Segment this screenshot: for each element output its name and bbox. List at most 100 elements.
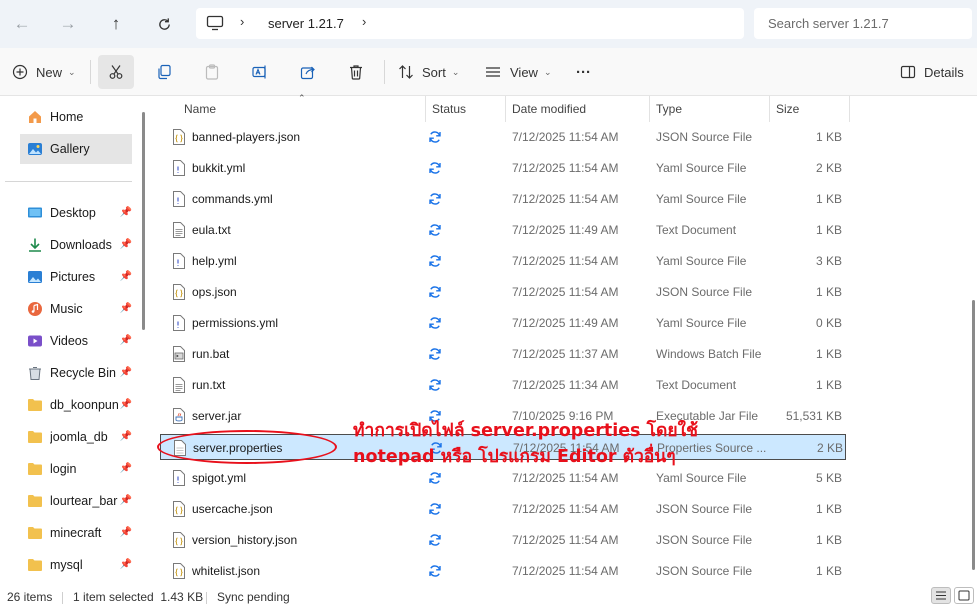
column-header-type[interactable]: Type	[656, 102, 682, 116]
file-type: Yaml Source File	[656, 161, 747, 175]
sidebar-item-minecraft[interactable]: minecraft 📌	[20, 518, 132, 548]
sidebar-item-login[interactable]: login 📌	[20, 454, 132, 484]
sidebar-label: Recycle Bin	[50, 366, 116, 380]
column-header-size[interactable]: Size	[776, 102, 799, 116]
tiles-view-button[interactable]	[954, 587, 974, 604]
this-pc-icon[interactable]	[206, 14, 224, 32]
copy-icon[interactable]	[156, 58, 172, 86]
file-row[interactable]: usercache.json 7/12/2025 11:54 AM JSON Sou…	[160, 496, 846, 522]
home-icon	[26, 108, 44, 126]
column-header-date[interactable]: Date modified	[512, 102, 586, 116]
sidebar-item-home[interactable]: Home	[20, 102, 132, 132]
sidebar-label: Pictures	[50, 270, 96, 284]
delete-icon[interactable]	[348, 58, 364, 86]
file-row[interactable]: banned-players.json 7/12/2025 11:54 AM JSO…	[160, 124, 846, 150]
chevron-right-icon[interactable]: ›	[240, 14, 244, 29]
forward-arrow-icon[interactable]: →	[54, 10, 82, 38]
file-row[interactable]: bukkit.yml 7/12/2025 11:54 AM Yaml Source …	[160, 155, 846, 181]
chevron-right-icon[interactable]: ›	[362, 14, 366, 29]
address-box[interactable]: › server 1.21.7 ›	[196, 8, 744, 39]
pin-icon[interactable]: 📌	[120, 271, 132, 282]
file-size: 1 KB	[815, 285, 842, 299]
breadcrumb-current[interactable]: server 1.21.7	[268, 16, 344, 31]
column-divider[interactable]	[849, 96, 850, 122]
refresh-icon[interactable]	[150, 10, 178, 38]
file-type: JSON Source File	[656, 285, 753, 299]
pin-icon[interactable]: 📌	[120, 239, 132, 250]
file-row[interactable]: whitelist.json 7/12/2025 11:54 AM JSON Sou…	[160, 558, 846, 584]
more-options-button[interactable]: ···	[576, 58, 591, 86]
pin-icon[interactable]: 📌	[120, 367, 132, 378]
column-divider[interactable]	[769, 96, 770, 122]
file-row[interactable]: run.bat 7/12/2025 11:37 AM Windows Batch F…	[160, 341, 846, 367]
file-name: ops.json	[192, 285, 237, 299]
paste-icon[interactable]	[204, 58, 220, 86]
column-divider[interactable]	[505, 96, 506, 122]
details-view-button[interactable]	[931, 587, 951, 604]
jar-file-icon	[172, 408, 186, 424]
sidebar-item-downloads[interactable]: Downloads 📌	[20, 230, 132, 260]
pin-icon[interactable]: 📌	[120, 303, 132, 314]
cut-icon[interactable]	[108, 58, 124, 86]
sidebar-item-gallery[interactable]: Gallery	[20, 134, 132, 164]
pin-icon[interactable]: 📌	[120, 399, 132, 410]
sidebar-scrollbar[interactable]	[142, 112, 145, 330]
sync-status: Sync pending	[217, 590, 290, 604]
search-input[interactable]: Search server 1.21.7	[754, 8, 972, 39]
sidebar-item-lourtear-barb[interactable]: lourtear_barb 📌	[20, 486, 132, 516]
file-row[interactable]: help.yml 7/12/2025 11:54 AM Yaml Source Fi…	[160, 248, 846, 274]
file-date-modified: 7/12/2025 11:37 AM	[512, 347, 619, 361]
sidebar-item-db-koonpun[interactable]: db_koonpun 📌	[20, 390, 132, 420]
file-list-scrollbar[interactable]	[972, 300, 975, 570]
pin-icon[interactable]: 📌	[120, 527, 132, 538]
sync-icon	[428, 347, 442, 361]
pin-icon[interactable]: 📌	[120, 495, 132, 506]
sidebar-item-videos[interactable]: Videos 📌	[20, 326, 132, 356]
view-label: View	[510, 64, 538, 80]
sidebar-item-desktop[interactable]: Desktop 📌	[20, 198, 132, 228]
file-size: 1 KB	[815, 130, 842, 144]
column-divider[interactable]	[649, 96, 650, 122]
sidebar-item-music[interactable]: Music 📌	[20, 294, 132, 324]
pin-icon[interactable]: 📌	[120, 559, 132, 570]
plus-circle-icon	[12, 64, 28, 80]
sidebar-item-pictures[interactable]: Pictures 📌	[20, 262, 132, 292]
file-row[interactable]: version_history.json 7/12/2025 11:54 AM JS…	[160, 527, 846, 553]
yaml-file-icon	[172, 160, 186, 176]
column-header-name[interactable]: Name	[184, 102, 216, 116]
json-file-icon	[172, 532, 186, 548]
sidebar-item-recycle-bin[interactable]: Recycle Bin 📌	[20, 358, 132, 388]
sync-icon	[428, 471, 442, 485]
back-arrow-icon[interactable]: ←	[8, 10, 36, 38]
folder-icon	[26, 524, 44, 542]
folder-icon	[26, 396, 44, 414]
file-row[interactable]: ops.json 7/12/2025 11:54 AM JSON Source Fi…	[160, 279, 846, 305]
file-size: 0 KB	[815, 316, 842, 330]
column-divider[interactable]	[425, 96, 426, 122]
file-row[interactable]: permissions.yml 7/12/2025 11:49 AM Yaml So…	[160, 310, 846, 336]
file-row[interactable]: eula.txt 7/12/2025 11:49 AM Text Document 1…	[160, 217, 846, 243]
status-bar: 26 items 1 item selected 1.43 KB Sync pe…	[0, 586, 977, 605]
column-header-status[interactable]: Status	[432, 102, 466, 116]
up-arrow-icon[interactable]: ↑	[102, 10, 130, 38]
pin-icon[interactable]: 📌	[120, 207, 132, 218]
sidebar-item-joomla-db[interactable]: joomla_db 📌	[20, 422, 132, 452]
rename-icon[interactable]	[252, 58, 268, 86]
sort-button[interactable]: Sort ⌄	[398, 58, 459, 86]
file-row[interactable]: commands.yml 7/12/2025 11:54 AM Yaml Sourc…	[160, 186, 846, 212]
new-button[interactable]: New ⌄	[12, 58, 76, 86]
file-type: Yaml Source File	[656, 192, 747, 206]
file-date-modified: 7/12/2025 11:54 AM	[512, 285, 619, 299]
pin-icon[interactable]: 📌	[120, 335, 132, 346]
share-icon[interactable]	[300, 58, 316, 86]
pin-icon[interactable]: 📌	[120, 431, 132, 442]
file-row[interactable]: run.txt 7/12/2025 11:34 AM Text Document 1 …	[160, 372, 846, 398]
pictures-icon	[26, 268, 44, 286]
file-list: ⌃ Name Status Date modified Type Size ba…	[150, 93, 970, 586]
sidebar-label: Desktop	[50, 206, 96, 220]
sidebar-item-mysql[interactable]: mysql 📌	[20, 550, 132, 580]
pin-icon[interactable]: 📌	[120, 463, 132, 474]
view-button[interactable]: View ⌄	[485, 58, 552, 86]
details-button[interactable]: Details	[900, 58, 964, 86]
toolbar-divider	[90, 60, 91, 84]
